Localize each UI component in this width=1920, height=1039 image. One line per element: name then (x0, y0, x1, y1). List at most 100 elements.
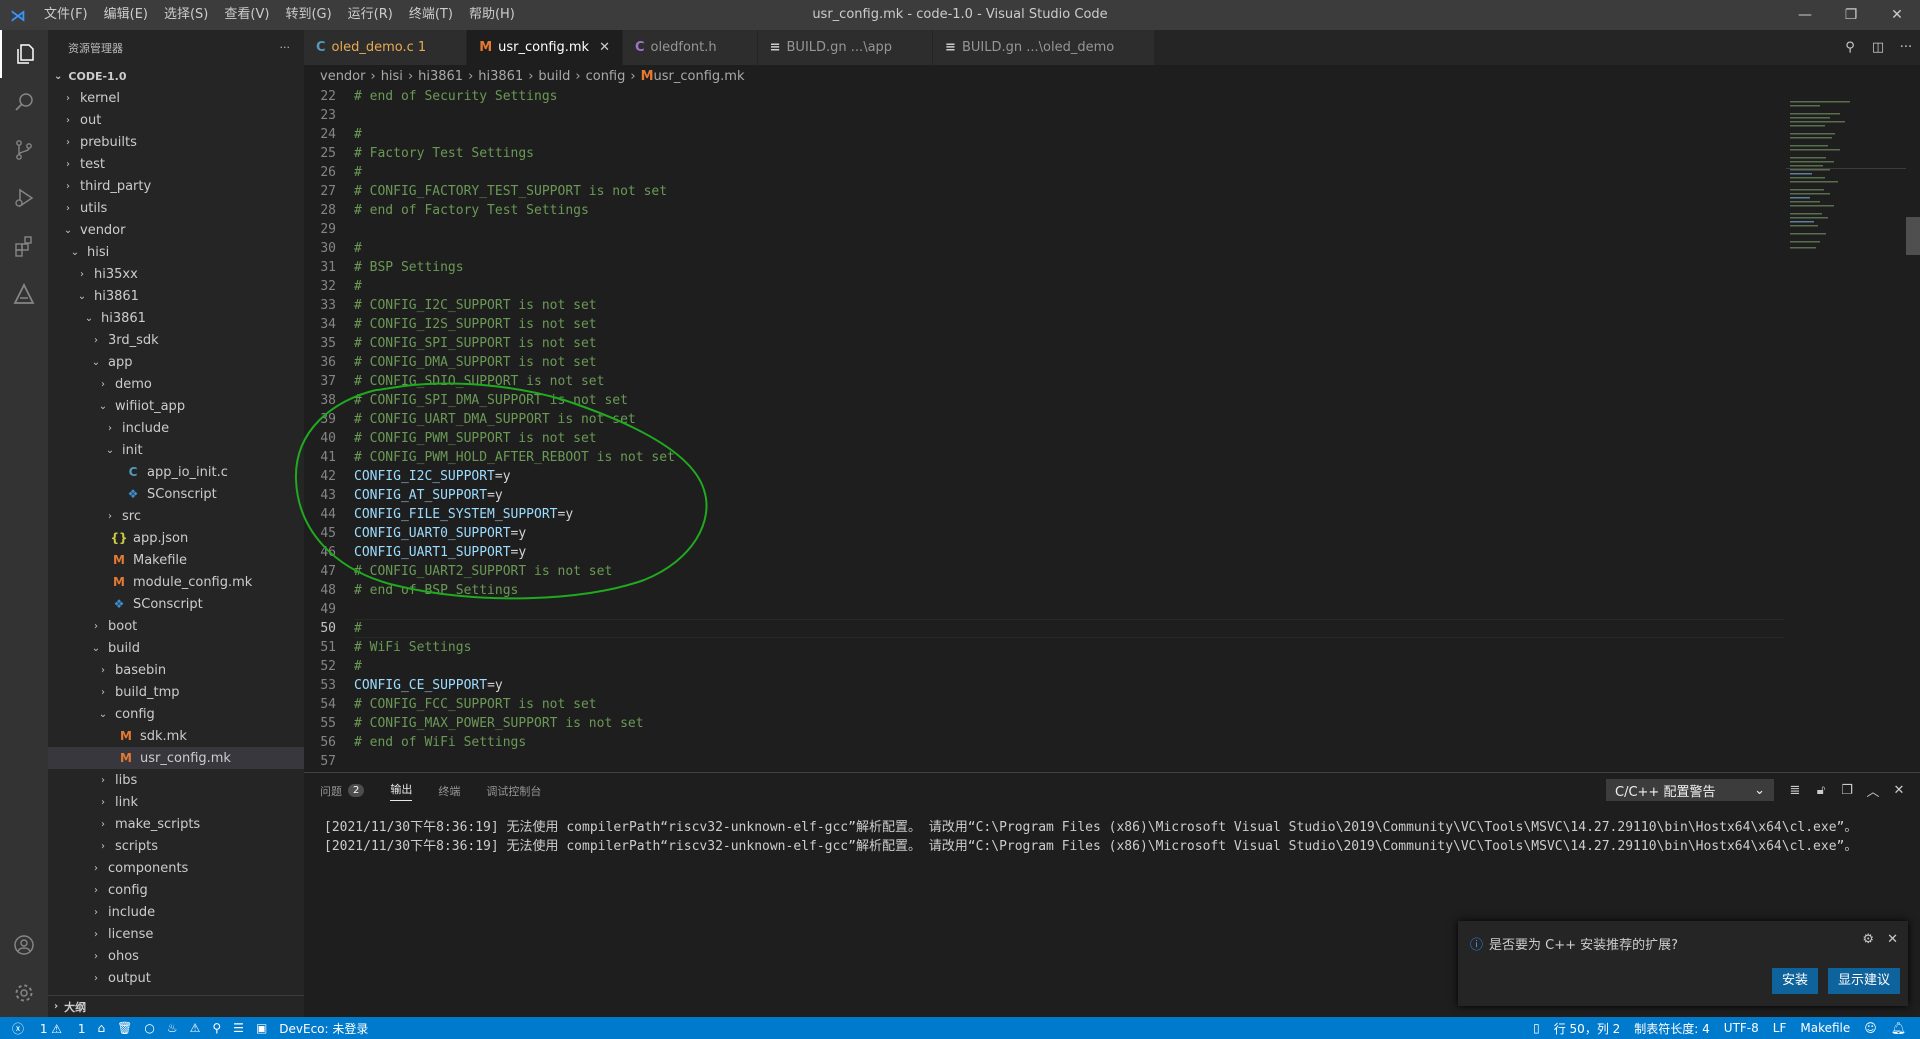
tree-item[interactable]: › config (48, 879, 304, 901)
tree-item[interactable]: Mmodule_config.mk (48, 571, 304, 593)
tree-item[interactable]: ❖ SConscript (48, 483, 304, 505)
tree-item[interactable]: › include (48, 417, 304, 439)
home-icon[interactable]: ⌂ (98, 1021, 106, 1035)
terminal-icon[interactable]: ▣ (256, 1021, 267, 1035)
warning-icon[interactable]: ⚠ (190, 1021, 201, 1035)
tree-item[interactable]: › test (48, 153, 304, 175)
encoding[interactable]: UTF-8 (1724, 1021, 1759, 1035)
tree-item[interactable]: › components (48, 857, 304, 879)
tree-item[interactable]: ⌄ hisi (48, 241, 304, 263)
breadcrumb-item[interactable]: hi3861 (418, 69, 463, 84)
restore-icon[interactable]: ❐ (1828, 0, 1874, 30)
lock-icon[interactable]: 🔓︎ (1808, 783, 1834, 798)
tree-item[interactable]: › basebin (48, 659, 304, 681)
editor-tab[interactable]: Coled_demo.c 1 (304, 30, 468, 65)
tree-item[interactable]: › third_party (48, 175, 304, 197)
tree-item[interactable]: › hi35xx (48, 263, 304, 285)
source-control-icon[interactable] (0, 126, 48, 174)
end-of-line[interactable]: LF (1773, 1021, 1787, 1035)
language-mode[interactable]: Makefile (1800, 1021, 1850, 1035)
more-icon[interactable]: ··· (1892, 40, 1920, 55)
search-icon[interactable] (0, 78, 48, 126)
extensions-icon[interactable] (0, 222, 48, 270)
tree-item[interactable]: ⌄ wifiiot_app (48, 395, 304, 417)
output-channel-select[interactable]: C/C++ 配置警告 ⌄ (1606, 779, 1774, 801)
tree-item[interactable]: › boot (48, 615, 304, 637)
outline-section[interactable]: › 大纲 (48, 995, 304, 1017)
close-panel-icon[interactable]: ✕ (1886, 783, 1912, 798)
breadcrumb-item[interactable]: hisi (381, 69, 403, 84)
deveco-icon[interactable] (0, 270, 48, 318)
breadcrumb-item[interactable]: build (538, 69, 570, 84)
tree-item[interactable]: ⌄ hi3861 (48, 307, 304, 329)
run-debug-icon[interactable] (0, 174, 48, 222)
pin-icon[interactable]: ⚲ (212, 1021, 221, 1035)
minimap[interactable] (1786, 87, 1906, 772)
tree-item[interactable]: › out (48, 109, 304, 131)
tree-item[interactable]: Musr_config.mk (48, 747, 304, 769)
minimize-icon[interactable]: — (1782, 0, 1828, 30)
feedback-icon[interactable]: ☺ (1864, 1021, 1877, 1035)
open-log-icon[interactable]: ❐ (1834, 783, 1860, 798)
cursor-position[interactable]: 行 50，列 2 (1554, 1020, 1621, 1037)
tree-item[interactable]: › output (48, 967, 304, 989)
close-window-icon[interactable]: ✕ (1874, 0, 1920, 30)
menu-item[interactable]: 文件(F) (36, 0, 96, 30)
tree-item[interactable]: › include (48, 901, 304, 923)
scrollbar-thumb[interactable] (1906, 217, 1920, 255)
account-sync-icon[interactable]: ⚲ (1836, 40, 1864, 55)
panel-tab[interactable]: 输出 (390, 781, 413, 801)
editor-tab[interactable]: Musr_config.mk ✕ (467, 30, 623, 65)
code-editor[interactable]: 22 # end of Security Settings 23 24 #25 # Fac… (304, 87, 1784, 772)
menu-item[interactable]: 终端(T) (401, 0, 461, 30)
tree-item[interactable]: › prebuilts (48, 131, 304, 153)
tree-item[interactable]: ⌄ build (48, 637, 304, 659)
tree-item[interactable]: Capp_io_init.c (48, 461, 304, 483)
tree-item[interactable]: › 3rd_sdk (48, 329, 304, 351)
gear-icon[interactable]: ⚙ (1862, 932, 1874, 947)
tree-item[interactable]: ⌄ hi3861 (48, 285, 304, 307)
menu-item[interactable]: 选择(S) (156, 0, 216, 30)
tree-item[interactable]: › license (48, 923, 304, 945)
tree-item[interactable]: › link (48, 791, 304, 813)
trash-icon[interactable]: 🗑︎ (117, 1021, 132, 1035)
deveco-login-status[interactable]: DevEco: 未登录 (279, 1020, 368, 1037)
clear-output-icon[interactable]: ≣ (1782, 783, 1808, 798)
file-icon[interactable]: ▯ (1533, 1021, 1540, 1035)
panel-tab[interactable]: 问题 2 (320, 783, 365, 799)
menu-item[interactable]: 帮助(H) (461, 0, 523, 30)
vertical-scrollbar[interactable] (1906, 87, 1920, 772)
more-actions-icon[interactable]: ··· (280, 41, 291, 54)
record-icon[interactable]: ○ (144, 1021, 154, 1035)
breadcrumb-item[interactable]: hi3861 (478, 69, 523, 84)
tree-item[interactable]: › scripts (48, 835, 304, 857)
editor-tab[interactable]: ≡ BUILD.gn ...\oled_demo (933, 30, 1156, 65)
close-icon[interactable]: ✕ (1887, 932, 1898, 947)
tree-item[interactable]: › build_tmp (48, 681, 304, 703)
tree-item[interactable]: ❖ SConscript (48, 593, 304, 615)
panel-tab[interactable]: 终端 (438, 783, 460, 799)
menu-item[interactable]: 编辑(E) (96, 0, 156, 30)
settings-gear-icon[interactable] (0, 969, 48, 1017)
menu-item[interactable]: 查看(V) (216, 0, 277, 30)
panel-tab[interactable]: 调试控制台 (486, 783, 541, 799)
menu-item[interactable]: 运行(R) (340, 0, 401, 30)
account-icon[interactable] (0, 921, 48, 969)
tree-item[interactable]: › demo (48, 373, 304, 395)
fire-icon[interactable]: ♨ (167, 1021, 178, 1035)
breadcrumb-item[interactable]: config (586, 69, 626, 84)
workspace-root[interactable]: ⌄ CODE-1.0 (48, 65, 304, 87)
split-editor-icon[interactable]: ◫ (1864, 40, 1892, 55)
show-recommendations-button[interactable]: 显示建议 (1827, 968, 1900, 994)
menu-item[interactable]: 转到(G) (277, 0, 339, 30)
tree-item[interactable]: › ohos (48, 945, 304, 967)
tree-item[interactable]: Msdk.mk (48, 725, 304, 747)
tree-item[interactable]: ⌄ config (48, 703, 304, 725)
list-icon[interactable]: ☰ (233, 1021, 244, 1035)
install-button[interactable]: 安装 (1771, 968, 1818, 994)
explorer-icon[interactable] (0, 30, 48, 78)
tree-item[interactable]: › src (48, 505, 304, 527)
editor-tab[interactable]: Coledfont.h (623, 30, 758, 65)
tree-item[interactable]: › libs (48, 769, 304, 791)
breadcrumb-item[interactable]: usr_config.mk (654, 69, 745, 84)
